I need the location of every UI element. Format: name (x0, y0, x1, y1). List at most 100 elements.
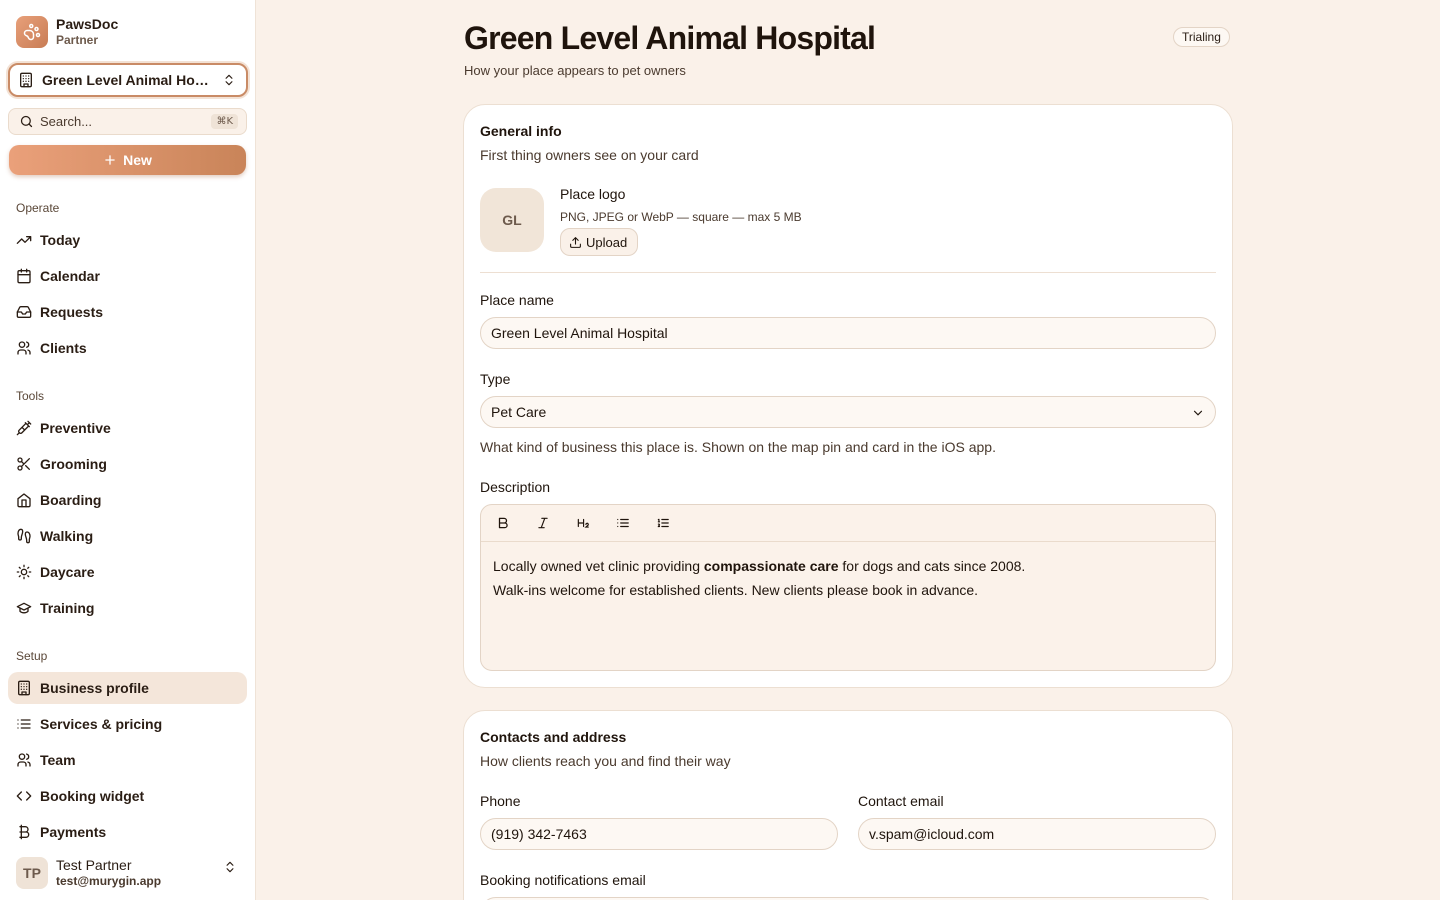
phone-value: (919) 342-7463 (491, 826, 587, 842)
bold-icon[interactable] (491, 511, 515, 535)
section-setup: Setup (16, 649, 48, 663)
card-subtitle: How clients reach you and find their way (480, 753, 731, 769)
italic-icon[interactable] (531, 511, 555, 535)
search-input[interactable]: Search... ⌘K (8, 108, 247, 135)
place-name-label: Place name (480, 292, 554, 308)
sidebar-item-boarding[interactable]: Boarding (8, 484, 247, 516)
description-text[interactable]: Locally owned vet clinic providing compa… (481, 542, 1215, 614)
description-line-2: Walk-ins welcome for established clients… (493, 582, 979, 598)
card-title: Contacts and address (480, 729, 627, 745)
sidebar-item-label: Calendar (40, 268, 100, 284)
sidebar-item-team[interactable]: Team (8, 744, 247, 776)
sidebar-item-walking[interactable]: Walking (8, 520, 247, 552)
users-icon (17, 341, 31, 355)
sidebar-item-label: Grooming (40, 456, 107, 472)
sidebar-item-training[interactable]: Training (8, 592, 247, 624)
avatar: TP (16, 856, 48, 889)
sidebar-item-label: Daycare (40, 564, 95, 580)
sidebar-item-label: Team (40, 752, 76, 768)
contacts-card: Contacts and address How clients reach y… (463, 710, 1233, 900)
user-menu[interactable]: TP Test Partner test@murygin.app (0, 845, 255, 900)
sidebar-item-label: Services & pricing (40, 716, 163, 732)
sidebar-item-services-pricing[interactable]: Services & pricing (8, 708, 247, 740)
type-label: Type (480, 371, 511, 387)
footprints-icon (17, 528, 31, 544)
ordered-list-icon[interactable] (651, 511, 675, 535)
building-icon (18, 680, 30, 696)
upload-label: Upload (586, 234, 628, 250)
chevrons-up-down-icon (225, 74, 233, 86)
syringe-icon (16, 420, 32, 436)
description-bold-text: compassionate care (703, 558, 839, 574)
bullet-list-icon[interactable] (611, 511, 635, 535)
chevron-down-icon (1193, 410, 1203, 416)
home-icon (17, 493, 31, 508)
sidebar: PawsDoc Partner Green Level Animal Hospi… (0, 0, 256, 900)
sidebar-item-grooming[interactable]: Grooming (8, 448, 247, 480)
description-text-segment: Locally owned vet clinic providing (493, 558, 704, 574)
brand[interactable]: PawsDoc Partner (16, 16, 118, 48)
sidebar-item-booking-widget[interactable]: Booking widget (8, 780, 247, 812)
list-icon (17, 719, 31, 729)
currency-icon (19, 824, 30, 840)
users-icon (17, 753, 31, 767)
inbox-icon (16, 306, 32, 318)
divider (480, 272, 1216, 273)
trending-up-icon (16, 236, 32, 244)
contact-email-input[interactable]: v.spam@icloud.com (858, 818, 1216, 850)
heading-icon[interactable] (571, 511, 595, 535)
sidebar-item-label: Walking (40, 528, 94, 544)
brand-subtitle: Partner (56, 33, 99, 47)
sidebar-item-payments[interactable]: Payments (8, 816, 247, 848)
booking-email-label: Booking notifications email (480, 872, 646, 888)
page-title: Green Level Animal Hospital (464, 20, 876, 56)
search-icon (20, 115, 33, 128)
sidebar-item-label: Booking widget (40, 788, 145, 804)
place-name-input[interactable]: Green Level Animal Hospital (480, 317, 1216, 349)
sidebar-item-daycare[interactable]: Daycare (8, 556, 247, 588)
user-name: Test Partner (56, 856, 132, 873)
logo-hint: PNG, JPEG or WebP — square — max 5 MB (560, 210, 802, 224)
contact-email-label: Contact email (858, 793, 944, 809)
upload-icon (570, 236, 581, 248)
logo-title: Place logo (560, 186, 626, 202)
place-selector[interactable]: Green Level Animal Hospital (8, 63, 248, 97)
type-hint: What kind of business this place is. Sho… (480, 439, 996, 455)
sidebar-item-label: Preventive (40, 420, 111, 436)
main-content: Green Level Animal Hospital How your pla… (256, 0, 1440, 900)
search-placeholder: Search... (40, 114, 93, 129)
user-email: test@murygin.app (56, 873, 162, 888)
scissors-icon (17, 457, 30, 471)
sidebar-item-today[interactable]: Today (8, 224, 247, 256)
place-selector-label: Green Level Animal Hospital (42, 72, 214, 88)
card-subtitle: First thing owners see on your card (480, 147, 699, 163)
sidebar-item-business-profile[interactable]: Business profile (8, 672, 247, 704)
chevrons-up-down-icon (226, 861, 234, 873)
paw-logo-icon (16, 16, 48, 48)
description-editor[interactable]: Locally owned vet clinic providing compa… (480, 504, 1216, 671)
upload-button[interactable]: Upload (560, 228, 639, 256)
sidebar-item-label: Business profile (40, 680, 149, 696)
sidebar-item-clients[interactable]: Clients (8, 332, 247, 364)
sidebar-item-requests[interactable]: Requests (8, 296, 247, 328)
phone-label: Phone (480, 793, 521, 809)
new-button[interactable]: New (9, 145, 246, 175)
search-shortcut: ⌘K (211, 114, 238, 129)
phone-input[interactable]: (919) 342-7463 (480, 818, 838, 850)
sidebar-item-label: Requests (40, 304, 104, 320)
sun-icon (16, 564, 32, 580)
contact-email-value: v.spam@icloud.com (869, 826, 995, 842)
card-title: General info (480, 123, 562, 139)
type-select[interactable]: Pet Care (480, 396, 1216, 428)
page-subtitle: How your place appears to pet owners (464, 63, 686, 78)
place-name-value: Green Level Animal Hospital (491, 325, 668, 341)
new-button-label: New (123, 152, 152, 168)
brand-name: PawsDoc (56, 16, 119, 32)
description-line-1: Locally owned vet clinic providing compa… (493, 554, 1203, 578)
code-icon (16, 791, 32, 801)
sidebar-item-calendar[interactable]: Calendar (8, 260, 247, 292)
status-badge: Trialing (1173, 27, 1230, 47)
sidebar-item-preventive[interactable]: Preventive (8, 412, 247, 444)
description-label: Description (480, 479, 551, 495)
sidebar-item-label: Today (40, 232, 81, 248)
